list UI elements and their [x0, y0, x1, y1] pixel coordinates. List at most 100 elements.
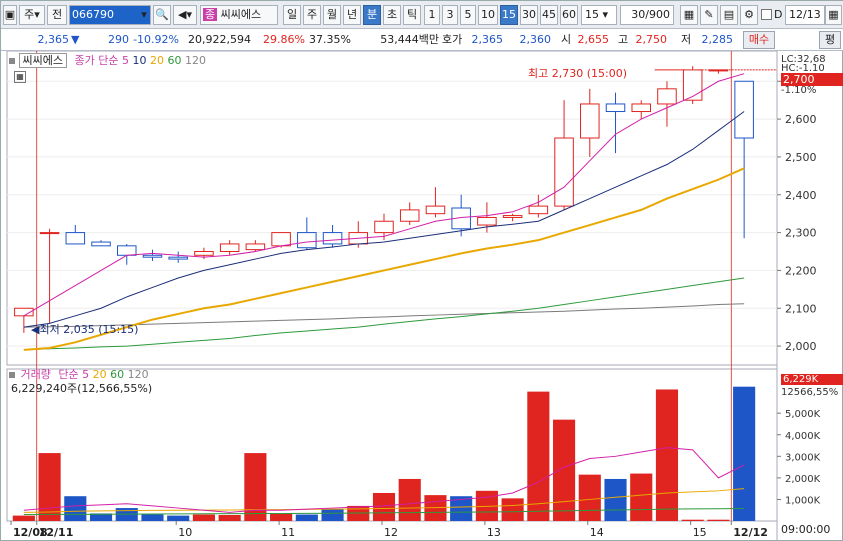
minute-10[interactable]: 10 [478, 5, 498, 25]
chevron-down-icon[interactable]: ▾ [137, 6, 151, 24]
candle-up [245, 243, 266, 251]
interval-select[interactable]: 15 ▾ [581, 5, 617, 25]
volume-bar [630, 473, 653, 521]
quote-row: 2,365 ▼ 290 -10.92% 20,922,594 29.86% 37… [1, 29, 843, 51]
buy-button[interactable]: 매수 [743, 31, 775, 49]
candle-up [657, 88, 677, 105]
minute-30[interactable]: 30 [520, 5, 538, 25]
volume-bar [38, 453, 61, 521]
volume-handle-icon[interactable] [9, 372, 15, 378]
candle-up [219, 243, 240, 253]
volume-bar [527, 391, 550, 521]
volume-bar [218, 514, 241, 521]
x-tick-label: 11 [281, 526, 295, 539]
price-tick-label: 2,600 [785, 113, 817, 126]
volume-tick-label: 5,000K [785, 409, 821, 420]
panel-handle-icon[interactable] [9, 58, 15, 64]
period-week[interactable]: 주 [303, 5, 321, 25]
volume-tick-label: 3,000K [785, 452, 821, 463]
open-label: 시 [561, 33, 572, 46]
period-minute[interactable]: 분 [363, 5, 381, 25]
search-icon[interactable]: 🔍 [153, 5, 171, 25]
trade-amount: 53,444백만 [380, 33, 439, 46]
x-tick-label: 10 [178, 526, 192, 539]
period-year[interactable]: 년 [343, 5, 361, 25]
stock-name-field[interactable]: 종 씨씨에스 [200, 5, 278, 25]
candle-down [116, 245, 137, 256]
ma5-legend: 5 [121, 54, 129, 67]
volume-bar [270, 513, 293, 521]
minute-15[interactable]: 15 [500, 5, 518, 25]
period-month[interactable]: 월 [323, 5, 341, 25]
market-select[interactable]: 주▾ [19, 5, 45, 25]
grid-settings-icon[interactable]: ▦ [680, 5, 698, 25]
candle-up [425, 205, 446, 215]
volume-legend: 거래량 단순 5 20 60 120 [9, 368, 149, 382]
down-arrow-icon: ▼ [71, 33, 80, 46]
candle-up [682, 69, 703, 101]
volume-bar [295, 514, 318, 521]
date-input[interactable]: 12/13 [785, 5, 825, 25]
jong-badge: 종 [203, 8, 218, 21]
vol-ma20-legend: 20 [92, 368, 107, 381]
bid-price: 2,360 [519, 33, 552, 46]
volume-tick-label: 1,000K [785, 495, 821, 506]
chart-area[interactable]: 2,7002,6002,5002,4002,3002,2002,1002,000… [1, 50, 843, 541]
table-toggle-icon[interactable]: ▦ [14, 71, 26, 83]
ask-price: 2,365 [471, 33, 504, 46]
candle-up [399, 209, 420, 222]
x-tick-label: 12 [384, 526, 398, 539]
ma60-legend: 60 [167, 54, 182, 67]
candle-down [65, 232, 86, 245]
price-tick-label: 2,500 [785, 151, 817, 164]
draw-tools-icon[interactable]: ✎ [700, 5, 718, 25]
vol-ma5-legend: 5 [82, 368, 90, 381]
minute-5[interactable]: 5 [460, 5, 476, 25]
candle-up [477, 216, 497, 226]
ratio1: 29.86% [263, 33, 305, 46]
volume-bar [707, 519, 730, 521]
vol-ma120-legend: 120 [127, 368, 149, 381]
volume-bar [604, 478, 627, 521]
candle-up [580, 103, 600, 139]
minute-60[interactable]: 60 [560, 5, 578, 25]
eval-button[interactable]: 평 [819, 31, 841, 49]
candle-up [502, 215, 523, 218]
jeon-button[interactable]: 전 [47, 5, 67, 25]
speaker-icon[interactable]: ◀▾ [173, 5, 197, 25]
interval-value: 15 [585, 8, 599, 21]
current-volume-pct: 12566,55% [781, 387, 839, 398]
low-price: 2,285 [701, 33, 734, 46]
calendar-icon[interactable]: ▦ [825, 5, 842, 25]
vol-ma60-legend: 60 [110, 368, 125, 381]
volume-bar [578, 474, 601, 521]
ma20-legend: 20 [149, 54, 164, 67]
volume-bar [167, 515, 190, 521]
price-panel-title[interactable]: 씨씨에스 [18, 53, 67, 68]
low-label: 저 [681, 33, 692, 46]
period-day[interactable]: 일 [283, 5, 301, 25]
pin-icon[interactable]: ▣ [3, 5, 17, 25]
volume-bar [192, 514, 215, 521]
ma10-legend: 10 [132, 54, 147, 67]
current-volume-tag: 6,229K [781, 374, 843, 385]
minute-1[interactable]: 1 [424, 5, 440, 25]
current-pct-tag: -1.10% [781, 85, 817, 96]
x-tick-label: 14 [590, 526, 604, 539]
volume-bar [321, 509, 344, 521]
x-tick-label: 12/11 [39, 526, 74, 539]
period-tick[interactable]: 틱 [403, 5, 421, 25]
count-input[interactable]: 30/900 [620, 5, 674, 25]
candle-down [91, 241, 111, 247]
x-tick-label: 13 [487, 526, 501, 539]
x-tick-label: 12/12 [733, 526, 768, 539]
period-second[interactable]: 초 [383, 5, 401, 25]
candle-down [322, 232, 343, 245]
candle-down [297, 232, 317, 249]
d-label: D [774, 8, 783, 21]
minute-3[interactable]: 3 [442, 5, 458, 25]
minute-45[interactable]: 45 [540, 5, 558, 25]
d-checkbox[interactable] [761, 9, 772, 20]
settings-icon[interactable]: ⚙ [740, 5, 758, 25]
print-icon[interactable]: ▤ [720, 5, 738, 25]
